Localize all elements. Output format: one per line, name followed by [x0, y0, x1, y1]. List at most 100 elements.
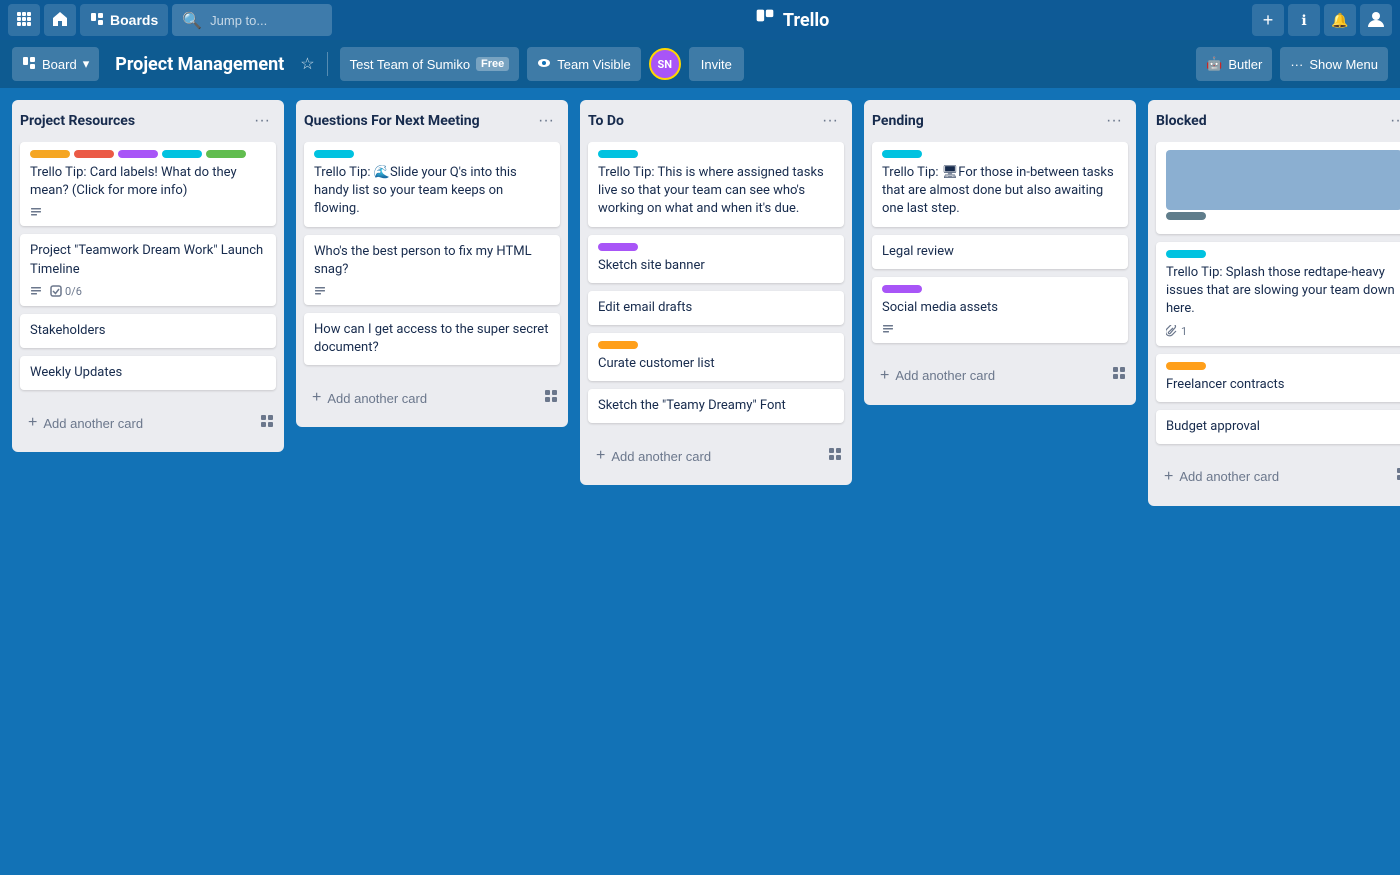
- team-button[interactable]: Test Team of Sumiko Free: [340, 47, 520, 81]
- card-label-row: [598, 150, 834, 158]
- card-template-button[interactable]: [822, 443, 848, 470]
- bell-icon: 🔔: [1331, 12, 1348, 29]
- card-label: [1166, 250, 1206, 258]
- add-card-label: Add another card: [611, 449, 711, 464]
- list-header-pending: Pending ···: [864, 100, 1136, 142]
- nav-center: Trello: [336, 8, 1248, 32]
- team-visible-button[interactable]: Team Visible: [527, 47, 640, 81]
- card-label: [882, 150, 922, 158]
- card-label-row: [30, 150, 266, 158]
- card-footer: [314, 285, 550, 297]
- add-button[interactable]: +: [1252, 4, 1284, 36]
- card[interactable]: Trello Tip: Splash those redtape-heavy i…: [1156, 242, 1400, 346]
- list-questions-next-meeting: Questions For Next Meeting ··· Trello Ti…: [296, 100, 568, 427]
- card[interactable]: Trello Tip: This is where assigned tasks…: [588, 142, 844, 227]
- card[interactable]: Trello Tip: Card labels! What do they me…: [20, 142, 276, 226]
- card-template-button[interactable]: [1390, 463, 1400, 490]
- home-button[interactable]: [44, 4, 76, 36]
- card[interactable]: Edit email drafts: [588, 291, 844, 325]
- card-text: Sketch site banner: [598, 257, 834, 275]
- list-cards-to-do: Trello Tip: This is where assigned tasks…: [580, 142, 852, 431]
- card[interactable]: Sketch site banner: [588, 235, 844, 283]
- add-card-label: Add another card: [895, 368, 995, 383]
- list-menu-button[interactable]: ···: [1384, 110, 1400, 132]
- add-card-button[interactable]: + Add another card: [588, 439, 818, 473]
- list-header-blocked: Blocked ···: [1148, 100, 1400, 142]
- list-menu-button[interactable]: ···: [1100, 110, 1128, 132]
- star-button[interactable]: ☆: [300, 54, 314, 74]
- team-name: Test Team of Sumiko: [350, 57, 470, 72]
- card-label-row: [882, 285, 1118, 293]
- list-cards-questions-next-meeting: Trello Tip: 🌊Slide your Q's into this ha…: [296, 142, 568, 373]
- add-card-button[interactable]: + Add another card: [20, 406, 250, 440]
- card[interactable]: Budget approval: [1156, 410, 1400, 444]
- show-menu-label: Show Menu: [1309, 57, 1378, 72]
- card[interactable]: Project "Teamwork Dream Work" Launch Tim…: [20, 234, 276, 305]
- card[interactable]: Who's the best person to fix my HTML sna…: [304, 235, 560, 305]
- card-label: [74, 150, 114, 158]
- search-bar[interactable]: 🔍: [172, 4, 332, 36]
- add-card-plus-icon: +: [596, 447, 605, 465]
- card[interactable]: Stakeholders: [20, 314, 276, 348]
- invite-button[interactable]: Invite: [689, 47, 744, 81]
- list-title: Project Resources: [20, 113, 135, 129]
- card-text: Edit email drafts: [598, 299, 834, 317]
- list-title: Blocked: [1156, 113, 1207, 129]
- card-label-row: [1166, 212, 1400, 220]
- card-text: Freelancer contracts: [1166, 376, 1400, 394]
- add-card-row-to-do: + Add another card: [580, 431, 852, 485]
- card-text: Trello Tip: This is where assigned tasks…: [598, 164, 834, 219]
- board-content: Project Resources ··· Trello Tip: Card l…: [0, 88, 1400, 875]
- list-menu-button[interactable]: ···: [248, 110, 276, 132]
- list-menu-button[interactable]: ···: [532, 110, 560, 132]
- list-project-resources: Project Resources ··· Trello Tip: Card l…: [12, 100, 284, 452]
- card-template-button[interactable]: [538, 385, 564, 412]
- butler-button[interactable]: 🤖 Butler: [1196, 47, 1272, 81]
- search-input[interactable]: [210, 13, 322, 28]
- divider: [327, 52, 328, 76]
- list-header-project-resources: Project Resources ···: [12, 100, 284, 142]
- card[interactable]: Freelancer contracts: [1156, 354, 1400, 402]
- show-menu-button[interactable]: ··· Show Menu: [1280, 47, 1388, 81]
- notifications-button[interactable]: 🔔: [1324, 4, 1356, 36]
- card[interactable]: Trello Tip: 🌊Slide your Q's into this ha…: [304, 142, 560, 227]
- card[interactable]: Curate customer list: [588, 333, 844, 381]
- apps-button[interactable]: [8, 4, 40, 36]
- card[interactable]: Social media assets: [872, 277, 1128, 343]
- card-label-row: [314, 150, 550, 158]
- add-card-button[interactable]: + Add another card: [872, 359, 1102, 393]
- card[interactable]: Sketch the "Teamy Dreamy" Font: [588, 389, 844, 423]
- board-view-icon: [22, 56, 36, 73]
- card-template-button[interactable]: [1106, 362, 1132, 389]
- card-label: [30, 150, 70, 158]
- card-label: [882, 285, 922, 293]
- card-text: Social media assets: [882, 299, 1118, 317]
- add-card-button[interactable]: + Add another card: [304, 381, 534, 415]
- add-card-button[interactable]: + Add another card: [1156, 460, 1386, 494]
- card-label-row: [1166, 362, 1400, 370]
- profile-button[interactable]: [1360, 4, 1392, 36]
- boards-button[interactable]: Boards: [80, 4, 168, 36]
- list-menu-button[interactable]: ···: [816, 110, 844, 132]
- card[interactable]: Trello Tip: 🖥For those in-between tasks …: [872, 142, 1128, 227]
- board-dropdown-icon: ▾: [83, 56, 90, 72]
- add-card-label: Add another card: [327, 391, 427, 406]
- card-template-button[interactable]: [254, 410, 280, 437]
- card[interactable]: Weekly Updates: [20, 356, 276, 390]
- header-right: 🤖 Butler ··· Show Menu: [1196, 47, 1388, 81]
- board-view-button[interactable]: Board ▾: [12, 47, 99, 81]
- board-header: Board ▾ Project Management ☆ Test Team o…: [0, 40, 1400, 88]
- avatar[interactable]: SN: [649, 48, 681, 80]
- card[interactable]: [1156, 142, 1400, 234]
- butler-icon: 🤖: [1206, 56, 1222, 72]
- card-footer: 1: [1166, 325, 1400, 338]
- trello-logo-icon: [755, 8, 775, 32]
- card-description-icon: [30, 285, 42, 297]
- card[interactable]: Legal review: [872, 235, 1128, 269]
- card[interactable]: How can I get access to the super secret…: [304, 313, 560, 365]
- card-label: [314, 150, 354, 158]
- card-label: [1166, 362, 1206, 370]
- info-icon: ℹ: [1301, 12, 1306, 29]
- add-card-row-project-resources: + Add another card: [12, 398, 284, 452]
- info-button[interactable]: ℹ: [1288, 4, 1320, 36]
